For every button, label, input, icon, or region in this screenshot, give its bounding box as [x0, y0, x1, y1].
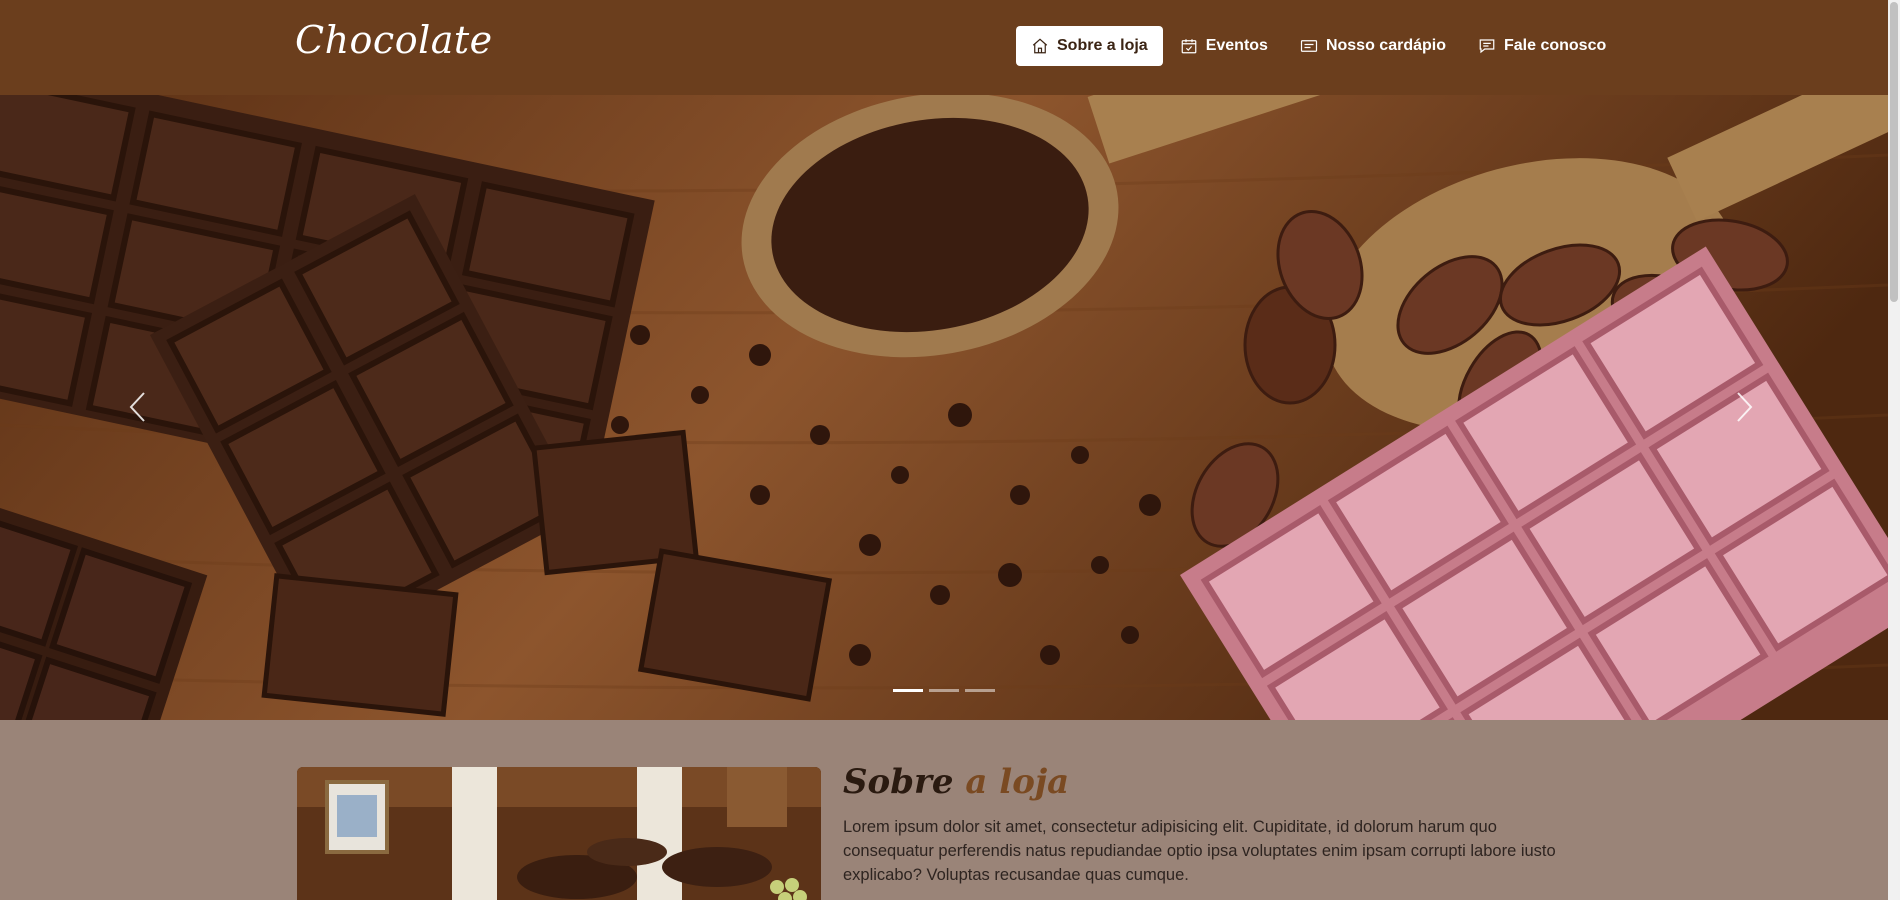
nav-item-nosso-cardapio[interactable]: Nosso cardápio [1285, 26, 1461, 66]
carousel-indicator-2[interactable] [929, 689, 959, 692]
site-header: Chocolate Sobre a loja Eventos Nosso car… [0, 0, 1888, 95]
about-title-accent: a loja [965, 762, 1070, 802]
carousel-indicator-1[interactable] [893, 689, 923, 692]
chocolate-hero-image [0, 95, 1888, 720]
store-interior-image [297, 767, 821, 900]
about-title-main: Sobre [843, 762, 954, 802]
nav-item-eventos[interactable]: Eventos [1165, 26, 1283, 66]
page-scrollbar[interactable] [1888, 0, 1900, 900]
hero-carousel [0, 95, 1888, 720]
calendar-check-icon [1181, 39, 1197, 54]
chevron-right-icon [1737, 392, 1753, 422]
nav-label: Nosso cardápio [1325, 37, 1446, 54]
logo[interactable]: Chocolate [295, 18, 493, 62]
carousel-indicators [890, 689, 998, 692]
carousel-prev-button[interactable] [118, 387, 158, 427]
main-nav: Sobre a loja Eventos Nosso cardápio Fale… [1016, 26, 1623, 66]
carousel-indicator-3[interactable] [965, 689, 995, 692]
menu-card-icon [1300, 40, 1318, 52]
about-title: Sobre a loja [843, 762, 1069, 802]
nav-item-sobre-a-loja[interactable]: Sobre a loja [1016, 26, 1163, 66]
carousel-next-button[interactable] [1724, 387, 1764, 427]
about-text: Lorem ipsum dolor sit amet, consectetur … [843, 818, 1556, 884]
nav-label: Sobre a loja [1057, 37, 1148, 54]
nav-label: Fale conosco [1503, 37, 1607, 54]
chat-icon [1479, 39, 1495, 54]
chevron-left-icon [129, 392, 145, 422]
scrollbar-thumb[interactable] [1890, 2, 1898, 302]
nav-label: Eventos [1205, 37, 1268, 54]
nav-item-fale-conosco[interactable]: Fale conosco [1463, 26, 1621, 66]
home-icon [1032, 38, 1048, 54]
